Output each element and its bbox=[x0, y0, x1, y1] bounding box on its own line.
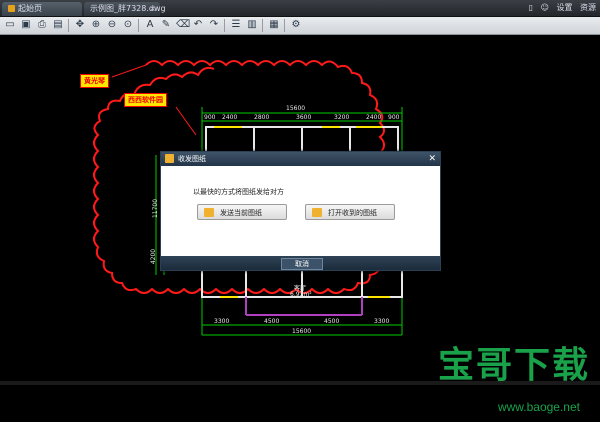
home-icon bbox=[8, 5, 15, 12]
tab-label: 起始页 bbox=[18, 4, 42, 13]
dim-top-seg: 2800 bbox=[254, 114, 270, 121]
measure-icon[interactable]: ▥ bbox=[246, 19, 258, 31]
dim-top-seg: 3600 bbox=[296, 114, 312, 121]
text-icon[interactable]: A bbox=[144, 19, 156, 31]
dialog-footer: 取消 bbox=[161, 256, 440, 270]
undo-icon[interactable]: ↶ bbox=[192, 19, 204, 31]
dim-top-seg: 900 bbox=[388, 114, 400, 121]
dim-left: 4200 bbox=[150, 248, 158, 265]
cancel-button[interactable]: 取消 bbox=[281, 258, 323, 270]
button-label: 发送当前图纸 bbox=[220, 209, 262, 217]
dim-bottom-total: 15600 bbox=[292, 328, 312, 335]
layer-icon[interactable]: ☰ bbox=[230, 19, 242, 31]
zoom-out-icon[interactable]: ⊖ bbox=[106, 19, 118, 31]
watermark-url: www.baoge.net bbox=[497, 400, 580, 414]
dim-bottom-seg: 3300 bbox=[214, 318, 230, 325]
dialog-title: 收发图纸 bbox=[178, 155, 206, 163]
annotation-label: 西西软件园 bbox=[124, 93, 167, 107]
toolbar-separator bbox=[68, 19, 69, 32]
dim-bottom-seg: 4500 bbox=[264, 318, 280, 325]
open-icon[interactable]: ▭ bbox=[4, 19, 16, 31]
print-icon[interactable]: ⎙ bbox=[36, 19, 48, 31]
phone-icon[interactable]: ▯ bbox=[529, 3, 533, 12]
send-icon bbox=[204, 208, 214, 217]
watermark-logo: 宝哥下载 bbox=[437, 345, 590, 386]
leader-line bbox=[111, 64, 147, 78]
dim-left: 11700 bbox=[152, 198, 160, 219]
send-drawing-dialog: 收发图纸 ✕ 以最快的方式将图纸发给对方 发送当前图纸 打开收到的图纸 取消 bbox=[160, 151, 441, 271]
room-area: 6.93m² bbox=[290, 291, 312, 298]
app-window: 起始页 示例图_胖7328.dwg × ▯ ☺ 设置 资源 ▭ ▣ ⎙ ▤ ✥ … bbox=[0, 0, 600, 422]
close-tab-icon[interactable]: × bbox=[149, 2, 156, 16]
close-icon[interactable]: ✕ bbox=[428, 152, 436, 166]
redo-icon[interactable]: ↷ bbox=[208, 19, 220, 31]
open-received-drawing-button[interactable]: 打开收到的图纸 bbox=[305, 204, 395, 220]
send-current-drawing-button[interactable]: 发送当前图纸 bbox=[197, 204, 287, 220]
pdf-icon[interactable]: ▤ bbox=[52, 19, 64, 31]
toolbar-separator bbox=[224, 19, 225, 32]
layout-icon[interactable]: ▦ bbox=[268, 19, 280, 31]
dim-bottom-seg: 4500 bbox=[324, 318, 340, 325]
zoom-in-icon[interactable]: ⊕ bbox=[90, 19, 102, 31]
pen-icon[interactable]: ✎ bbox=[160, 19, 172, 31]
annotation-label: 黄光琴 bbox=[80, 74, 109, 88]
tab-start-page[interactable]: 起始页 bbox=[2, 2, 82, 16]
settings-icon[interactable]: ⚙ bbox=[290, 19, 302, 31]
resources-link[interactable]: 资源 bbox=[580, 3, 596, 12]
toolbar: ▭ ▣ ⎙ ▤ ✥ ⊕ ⊖ ⊙ A ✎ ⌫ ↶ ↷ ☰ ▥ ▦ ⚙ bbox=[0, 17, 600, 35]
dialog-title-bar: 收发图纸 ✕ bbox=[161, 152, 440, 166]
open-folder-icon bbox=[312, 208, 322, 217]
dim-top-seg: 2400 bbox=[222, 114, 238, 121]
dialog-app-icon bbox=[165, 154, 174, 163]
tab-bar: 起始页 示例图_胖7328.dwg × ▯ ☺ 设置 资源 bbox=[0, 0, 600, 17]
zoom-extents-icon[interactable]: ⊙ bbox=[122, 19, 134, 31]
dim-top-seg: 900 bbox=[204, 114, 216, 121]
leader-line bbox=[175, 106, 197, 136]
settings-link[interactable]: 设置 bbox=[556, 3, 572, 12]
button-label: 打开收到的图纸 bbox=[328, 209, 377, 217]
toolbar-separator bbox=[138, 19, 139, 32]
dim-top-seg: 3200 bbox=[334, 114, 350, 121]
window-controls: ▯ ☺ 设置 资源 bbox=[524, 1, 596, 15]
save-icon[interactable]: ▣ bbox=[20, 19, 32, 31]
dim-top-total: 15600 bbox=[286, 105, 306, 112]
tab-drawing-file[interactable]: 示例图_胖7328.dwg × bbox=[84, 2, 166, 16]
pan-icon[interactable]: ✥ bbox=[74, 19, 86, 31]
eraser-icon[interactable]: ⌫ bbox=[176, 19, 190, 31]
dim-bottom-seg: 3300 bbox=[374, 318, 390, 325]
toolbar-separator bbox=[284, 19, 285, 32]
dialog-message: 以最快的方式将图纸发给对方 bbox=[193, 188, 284, 196]
balcony bbox=[245, 297, 363, 316]
dim-top-seg: 2400 bbox=[366, 114, 382, 121]
toolbar-separator bbox=[262, 19, 263, 32]
user-icon[interactable]: ☺ bbox=[541, 3, 549, 12]
